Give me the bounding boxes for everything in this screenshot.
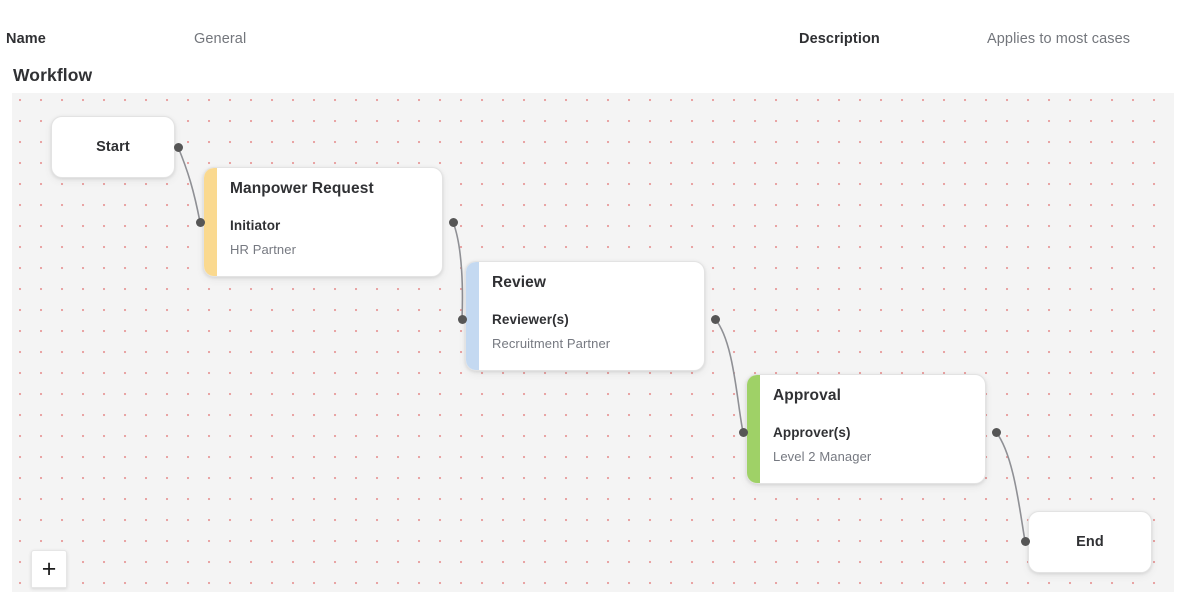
add-node-button[interactable]: + [31,550,67,588]
approval-accent-bar [747,375,760,483]
manpower-request-output-port[interactable] [449,218,458,227]
workflow-section-title: Workflow [13,65,93,85]
name-value-text: General [194,31,247,47]
review-input-port[interactable] [458,315,467,324]
review-title: Review [492,274,547,291]
approval-input-port[interactable] [739,428,748,437]
workflow-node-manpower-request[interactable]: Manpower Request Initiator HR Partner [203,167,443,277]
name-label-text: Name [6,31,46,47]
workflow-node-start[interactable]: Start [51,116,175,178]
workflow-canvas[interactable]: Start Manpower Request Initiator HR Part… [12,93,1174,592]
manpower-request-input-port[interactable] [196,218,205,227]
edge-manpower-to-review [452,221,464,320]
plus-icon: + [41,554,57,583]
manpower-request-assignee: HR Partner [230,242,297,257]
approval-output-port[interactable] [992,428,1001,437]
workflow-node-approval[interactable]: Approval Approver(s) Level 2 Manager [746,374,986,484]
workflow-node-end[interactable]: End [1028,511,1152,573]
edge-approval-to-end [995,431,1026,542]
start-node-label: Start [96,139,130,155]
edge-review-to-approval [714,318,744,433]
description-value-text: Applies to most cases [987,31,1131,47]
edge-start-to-manpower [177,146,201,223]
description-field-label: Description [799,30,880,48]
manpower-request-accent-bar [204,168,217,276]
approval-title: Approval [773,387,841,404]
start-output-port[interactable] [174,143,183,152]
manpower-request-role-label: Initiator [230,218,281,233]
record-meta-header: Name General Description Applies to most… [0,0,1186,62]
name-field-label: Name [6,30,46,48]
workflow-node-review[interactable]: Review Reviewer(s) Recruitment Partner [465,261,705,371]
end-node-label: End [1076,534,1104,550]
description-label-text: Description [799,31,880,47]
review-assignee: Recruitment Partner [492,336,611,351]
approval-assignee: Level 2 Manager [773,449,872,464]
description-field-value: Applies to most cases [987,30,1130,48]
review-accent-bar [466,262,479,370]
manpower-request-title: Manpower Request [230,180,374,197]
review-role-label: Reviewer(s) [492,312,569,327]
review-output-port[interactable] [711,315,720,324]
name-field-value: General [194,30,246,48]
end-input-port[interactable] [1021,537,1030,546]
approval-role-label: Approver(s) [773,425,851,440]
